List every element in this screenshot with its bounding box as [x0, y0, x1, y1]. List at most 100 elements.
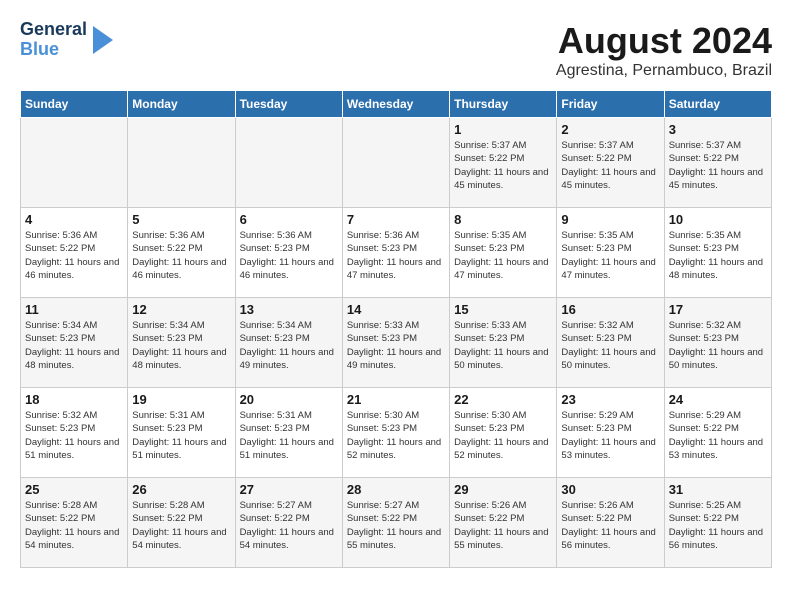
calendar-cell: 2 Sunrise: 5:37 AM Sunset: 5:22 PM Daylig…: [557, 118, 664, 208]
calendar-cell: [21, 118, 128, 208]
day-number: 20: [240, 392, 338, 407]
calendar-cell: 27 Sunrise: 5:27 AM Sunset: 5:22 PM Dayli…: [235, 478, 342, 568]
day-number: 2: [561, 122, 659, 137]
day-number: 27: [240, 482, 338, 497]
day-info: Sunrise: 5:34 AM Sunset: 5:23 PM Dayligh…: [132, 319, 230, 372]
day-number: 15: [454, 302, 552, 317]
title-block: August 2024 Agrestina, Pernambuco, Brazi…: [556, 20, 772, 80]
day-number: 31: [669, 482, 767, 497]
calendar-cell: 9 Sunrise: 5:35 AM Sunset: 5:23 PM Daylig…: [557, 208, 664, 298]
logo-arrow-icon: [93, 26, 113, 54]
day-number: 6: [240, 212, 338, 227]
day-number: 25: [25, 482, 123, 497]
day-number: 24: [669, 392, 767, 407]
day-info: Sunrise: 5:26 AM Sunset: 5:22 PM Dayligh…: [454, 499, 552, 552]
day-of-week-header: Sunday: [21, 91, 128, 118]
calendar-cell: [128, 118, 235, 208]
day-number: 28: [347, 482, 445, 497]
calendar-cell: 8Sunrise: 5:35 AM Sunset: 5:23 PM Daylig…: [450, 208, 557, 298]
calendar-cell: 19 Sunrise: 5:31 AM Sunset: 5:23 PM Dayli…: [128, 388, 235, 478]
month-year: August 2024: [556, 20, 772, 62]
day-info: Sunrise: 5:35 AM Sunset: 5:23 PM Dayligh…: [561, 229, 659, 282]
calendar-cell: 17 Sunrise: 5:32 AM Sunset: 5:23 PM Dayli…: [664, 298, 771, 388]
day-number: 14: [347, 302, 445, 317]
calendar-cell: 26 Sunrise: 5:28 AM Sunset: 5:22 PM Dayli…: [128, 478, 235, 568]
day-info: Sunrise: 5:32 AM Sunset: 5:23 PM Dayligh…: [561, 319, 659, 372]
day-info: Sunrise: 5:36 AM Sunset: 5:23 PM Dayligh…: [347, 229, 445, 282]
calendar-cell: 10Sunrise: 5:35 AM Sunset: 5:23 PM Dayli…: [664, 208, 771, 298]
day-info: Sunrise: 5:30 AM Sunset: 5:23 PM Dayligh…: [454, 409, 552, 462]
calendar-week-row: 1Sunrise: 5:37 AM Sunset: 5:22 PM Daylig…: [21, 118, 772, 208]
day-of-week-header: Wednesday: [342, 91, 449, 118]
day-number: 7: [347, 212, 445, 227]
location: Agrestina, Pernambuco, Brazil: [556, 62, 772, 80]
day-number: 4: [25, 212, 123, 227]
calendar-cell: 3 Sunrise: 5:37 AM Sunset: 5:22 PM Daylig…: [664, 118, 771, 208]
day-info: Sunrise: 5:37 AM Sunset: 5:22 PM Dayligh…: [454, 139, 552, 192]
calendar-body: 1Sunrise: 5:37 AM Sunset: 5:22 PM Daylig…: [21, 118, 772, 568]
calendar-cell: 24 Sunrise: 5:29 AM Sunset: 5:22 PM Dayli…: [664, 388, 771, 478]
day-info: Sunrise: 5:25 AM Sunset: 5:22 PM Dayligh…: [669, 499, 767, 552]
day-number: 26: [132, 482, 230, 497]
day-number: 9: [561, 212, 659, 227]
day-number: 11: [25, 302, 123, 317]
logo: GeneralBlue: [20, 20, 113, 60]
calendar-cell: 15 Sunrise: 5:33 AM Sunset: 5:23 PM Dayli…: [450, 298, 557, 388]
calendar-cell: 25 Sunrise: 5:28 AM Sunset: 5:22 PM Dayli…: [21, 478, 128, 568]
calendar-cell: 20Sunrise: 5:31 AM Sunset: 5:23 PM Dayli…: [235, 388, 342, 478]
day-info: Sunrise: 5:27 AM Sunset: 5:22 PM Dayligh…: [347, 499, 445, 552]
day-info: Sunrise: 5:29 AM Sunset: 5:23 PM Dayligh…: [561, 409, 659, 462]
day-number: 19: [132, 392, 230, 407]
day-info: Sunrise: 5:37 AM Sunset: 5:22 PM Dayligh…: [561, 139, 659, 192]
day-of-week-header: Monday: [128, 91, 235, 118]
day-number: 18: [25, 392, 123, 407]
calendar-cell: 4 Sunrise: 5:36 AM Sunset: 5:22 PM Daylig…: [21, 208, 128, 298]
calendar-cell: 16Sunrise: 5:32 AM Sunset: 5:23 PM Dayli…: [557, 298, 664, 388]
day-of-week-header: Thursday: [450, 91, 557, 118]
day-info: Sunrise: 5:36 AM Sunset: 5:22 PM Dayligh…: [25, 229, 123, 282]
day-info: Sunrise: 5:27 AM Sunset: 5:22 PM Dayligh…: [240, 499, 338, 552]
day-number: 13: [240, 302, 338, 317]
day-of-week-header: Saturday: [664, 91, 771, 118]
day-number: 22: [454, 392, 552, 407]
day-info: Sunrise: 5:34 AM Sunset: 5:23 PM Dayligh…: [25, 319, 123, 372]
day-number: 21: [347, 392, 445, 407]
calendar-cell: 5Sunrise: 5:36 AM Sunset: 5:22 PM Daylig…: [128, 208, 235, 298]
day-info: Sunrise: 5:35 AM Sunset: 5:23 PM Dayligh…: [669, 229, 767, 282]
calendar-header-row: SundayMondayTuesdayWednesdayThursdayFrid…: [21, 91, 772, 118]
calendar-cell: 6 Sunrise: 5:36 AM Sunset: 5:23 PM Daylig…: [235, 208, 342, 298]
calendar-cell: 14Sunrise: 5:33 AM Sunset: 5:23 PM Dayli…: [342, 298, 449, 388]
day-info: Sunrise: 5:34 AM Sunset: 5:23 PM Dayligh…: [240, 319, 338, 372]
day-info: Sunrise: 5:29 AM Sunset: 5:22 PM Dayligh…: [669, 409, 767, 462]
day-info: Sunrise: 5:32 AM Sunset: 5:23 PM Dayligh…: [25, 409, 123, 462]
calendar-cell: 30Sunrise: 5:26 AM Sunset: 5:22 PM Dayli…: [557, 478, 664, 568]
day-number: 3: [669, 122, 767, 137]
day-info: Sunrise: 5:28 AM Sunset: 5:22 PM Dayligh…: [132, 499, 230, 552]
calendar-cell: 1Sunrise: 5:37 AM Sunset: 5:22 PM Daylig…: [450, 118, 557, 208]
day-number: 8: [454, 212, 552, 227]
day-number: 23: [561, 392, 659, 407]
day-info: Sunrise: 5:26 AM Sunset: 5:22 PM Dayligh…: [561, 499, 659, 552]
day-number: 5: [132, 212, 230, 227]
day-number: 17: [669, 302, 767, 317]
day-info: Sunrise: 5:36 AM Sunset: 5:23 PM Dayligh…: [240, 229, 338, 282]
calendar-cell: 21 Sunrise: 5:30 AM Sunset: 5:23 PM Dayli…: [342, 388, 449, 478]
calendar-week-row: 11 Sunrise: 5:34 AM Sunset: 5:23 PM Dayli…: [21, 298, 772, 388]
calendar-cell: [235, 118, 342, 208]
day-info: Sunrise: 5:31 AM Sunset: 5:23 PM Dayligh…: [132, 409, 230, 462]
calendar-cell: 7 Sunrise: 5:36 AM Sunset: 5:23 PM Daylig…: [342, 208, 449, 298]
day-of-week-header: Tuesday: [235, 91, 342, 118]
day-info: Sunrise: 5:32 AM Sunset: 5:23 PM Dayligh…: [669, 319, 767, 372]
page-header: GeneralBlue August 2024 Agrestina, Perna…: [20, 20, 772, 80]
day-info: Sunrise: 5:37 AM Sunset: 5:22 PM Dayligh…: [669, 139, 767, 192]
calendar-week-row: 4 Sunrise: 5:36 AM Sunset: 5:22 PM Daylig…: [21, 208, 772, 298]
day-info: Sunrise: 5:30 AM Sunset: 5:23 PM Dayligh…: [347, 409, 445, 462]
day-of-week-header: Friday: [557, 91, 664, 118]
logo-text: GeneralBlue: [20, 20, 87, 60]
day-number: 29: [454, 482, 552, 497]
calendar-cell: 18 Sunrise: 5:32 AM Sunset: 5:23 PM Dayli…: [21, 388, 128, 478]
day-info: Sunrise: 5:33 AM Sunset: 5:23 PM Dayligh…: [454, 319, 552, 372]
calendar-week-row: 18 Sunrise: 5:32 AM Sunset: 5:23 PM Dayli…: [21, 388, 772, 478]
day-info: Sunrise: 5:28 AM Sunset: 5:22 PM Dayligh…: [25, 499, 123, 552]
calendar-table: SundayMondayTuesdayWednesdayThursdayFrid…: [20, 90, 772, 568]
